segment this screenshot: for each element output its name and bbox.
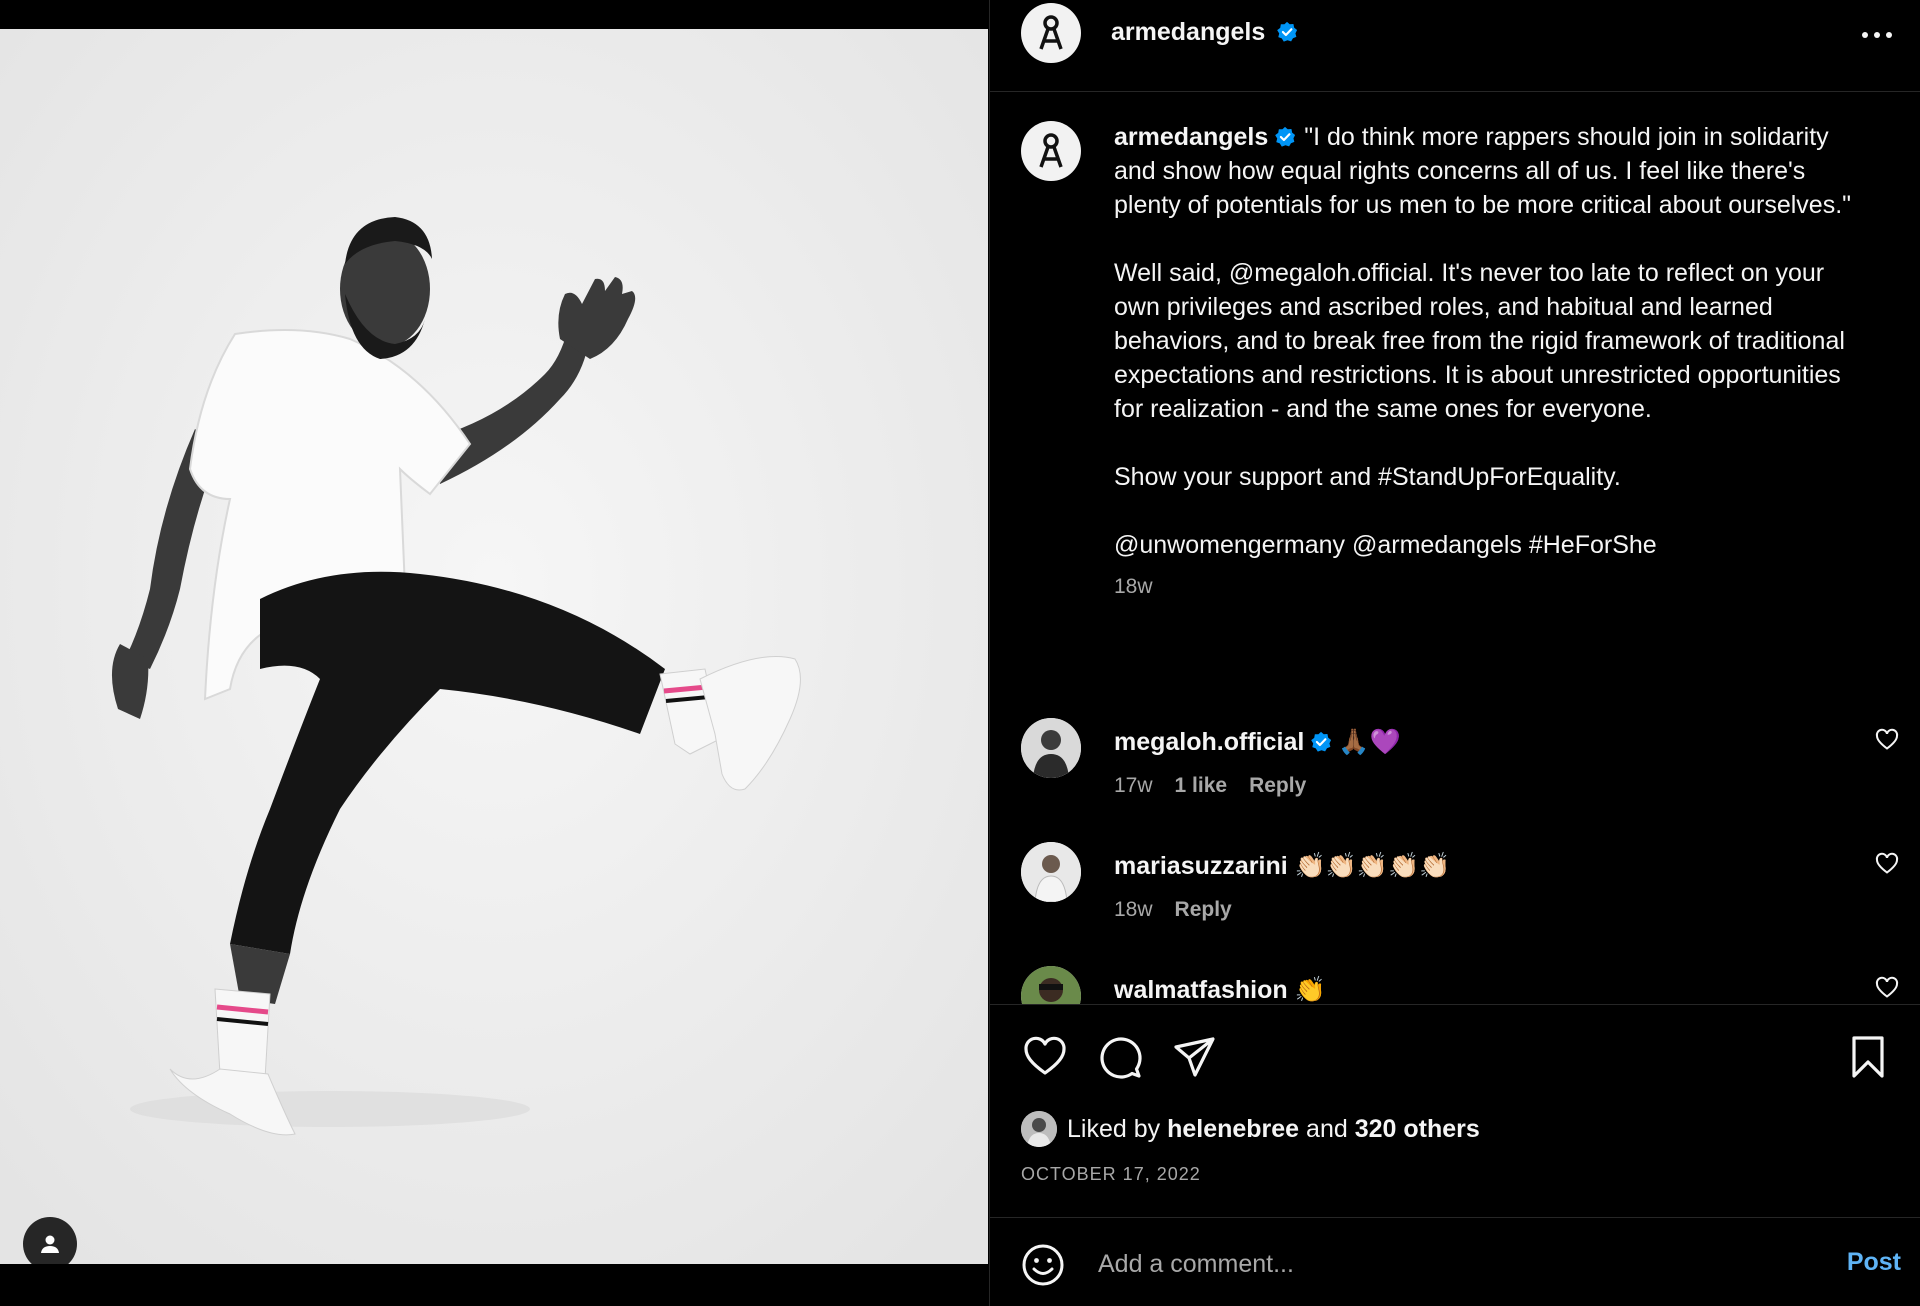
comment-timestamp[interactable]: 17w xyxy=(1114,774,1153,797)
add-comment-bar: Post xyxy=(990,1217,1920,1306)
comment-like-heart-icon[interactable] xyxy=(1875,852,1899,876)
comments-list[interactable]: armedangels "I do think more rappers sho… xyxy=(990,92,1920,1004)
liker-avatar[interactable] xyxy=(1021,1111,1057,1147)
comment-timestamp[interactable]: 18w xyxy=(1114,898,1153,921)
post-date[interactable]: OCTOBER 17, 2022 xyxy=(1021,1164,1201,1185)
caption-paragraph-3: Show your support and #StandUpForEqualit… xyxy=(1114,463,1621,491)
like-heart-icon[interactable] xyxy=(1021,1033,1069,1081)
reply-button[interactable]: Reply xyxy=(1175,898,1232,921)
avatar-photo xyxy=(1021,718,1081,778)
comment-text: 🙏🏾💜 xyxy=(1338,728,1401,756)
caption-timestamp[interactable]: 18w xyxy=(1114,570,1874,604)
post-sidebar: armedangels armedangels "I do think more… xyxy=(989,0,1920,1306)
comment-text: 👏 xyxy=(1294,976,1326,1004)
post-comment-button[interactable]: Post xyxy=(1847,1248,1901,1277)
share-send-icon[interactable] xyxy=(1171,1033,1219,1081)
comment-bubble-icon[interactable] xyxy=(1096,1033,1144,1081)
comment-text: 👏🏻👏🏻👏🏻👏🏻👏🏻 xyxy=(1294,852,1451,880)
caption-avatar[interactable] xyxy=(1021,121,1081,181)
profile-avatar[interactable] xyxy=(1021,3,1081,63)
photo-illustration xyxy=(0,29,988,1264)
armedangels-logo-icon xyxy=(1039,15,1063,50)
verified-badge-icon xyxy=(1275,126,1296,147)
commenter-avatar[interactable] xyxy=(1021,718,1081,778)
caption-paragraph-4: @unwomengermany @armedangels #HeForShe xyxy=(1114,531,1657,559)
post-header: armedangels xyxy=(990,0,1920,92)
bookmark-save-icon[interactable] xyxy=(1844,1033,1892,1081)
emoji-smiley-icon[interactable] xyxy=(1021,1243,1065,1287)
avatar-photo xyxy=(1021,842,1081,902)
comment-likes[interactable]: 1 like xyxy=(1175,774,1228,797)
user-icon xyxy=(41,1235,59,1253)
comment-input[interactable] xyxy=(1096,1237,1780,1291)
likes-summary[interactable]: Liked by helenebree and 320 others xyxy=(1021,1111,1480,1147)
tagged-users-button[interactable] xyxy=(23,1217,77,1264)
commenter-username[interactable]: walmatfashion xyxy=(1114,976,1288,1004)
reply-button[interactable]: Reply xyxy=(1249,774,1306,797)
commenter-username[interactable]: megaloh.official xyxy=(1114,728,1304,756)
liked-by-prefix: Liked by xyxy=(1067,1114,1161,1143)
commenter-avatar[interactable] xyxy=(1021,842,1081,902)
post-actions: Liked by helenebree and 320 others OCTOB… xyxy=(990,1004,1920,1218)
verified-badge-icon xyxy=(1311,731,1332,752)
more-horizontal-icon xyxy=(1862,32,1892,38)
commenter-avatar[interactable] xyxy=(1021,966,1081,1004)
caption-paragraph-2: Well said, @megaloh.official. It's never… xyxy=(1114,259,1845,423)
liked-by-conj: and xyxy=(1306,1114,1348,1143)
more-options-button[interactable] xyxy=(1857,20,1897,50)
comment-like-heart-icon[interactable] xyxy=(1875,976,1899,1000)
liked-by-others[interactable]: 320 others xyxy=(1355,1115,1480,1144)
header-username[interactable]: armedangels xyxy=(1111,18,1265,46)
avatar-photo xyxy=(1021,1111,1057,1147)
commenter-username[interactable]: mariasuzzarini xyxy=(1114,852,1288,880)
liked-by-user[interactable]: helenebree xyxy=(1167,1115,1299,1144)
comment-like-heart-icon[interactable] xyxy=(1875,728,1899,752)
caption-username[interactable]: armedangels xyxy=(1114,123,1268,151)
armedangels-logo-icon xyxy=(1039,133,1063,168)
post-image[interactable] xyxy=(0,29,988,1264)
verified-badge-icon xyxy=(1276,21,1297,42)
avatar-photo xyxy=(1021,966,1081,1004)
post-caption: armedangels "I do think more rappers sho… xyxy=(1114,120,1874,604)
